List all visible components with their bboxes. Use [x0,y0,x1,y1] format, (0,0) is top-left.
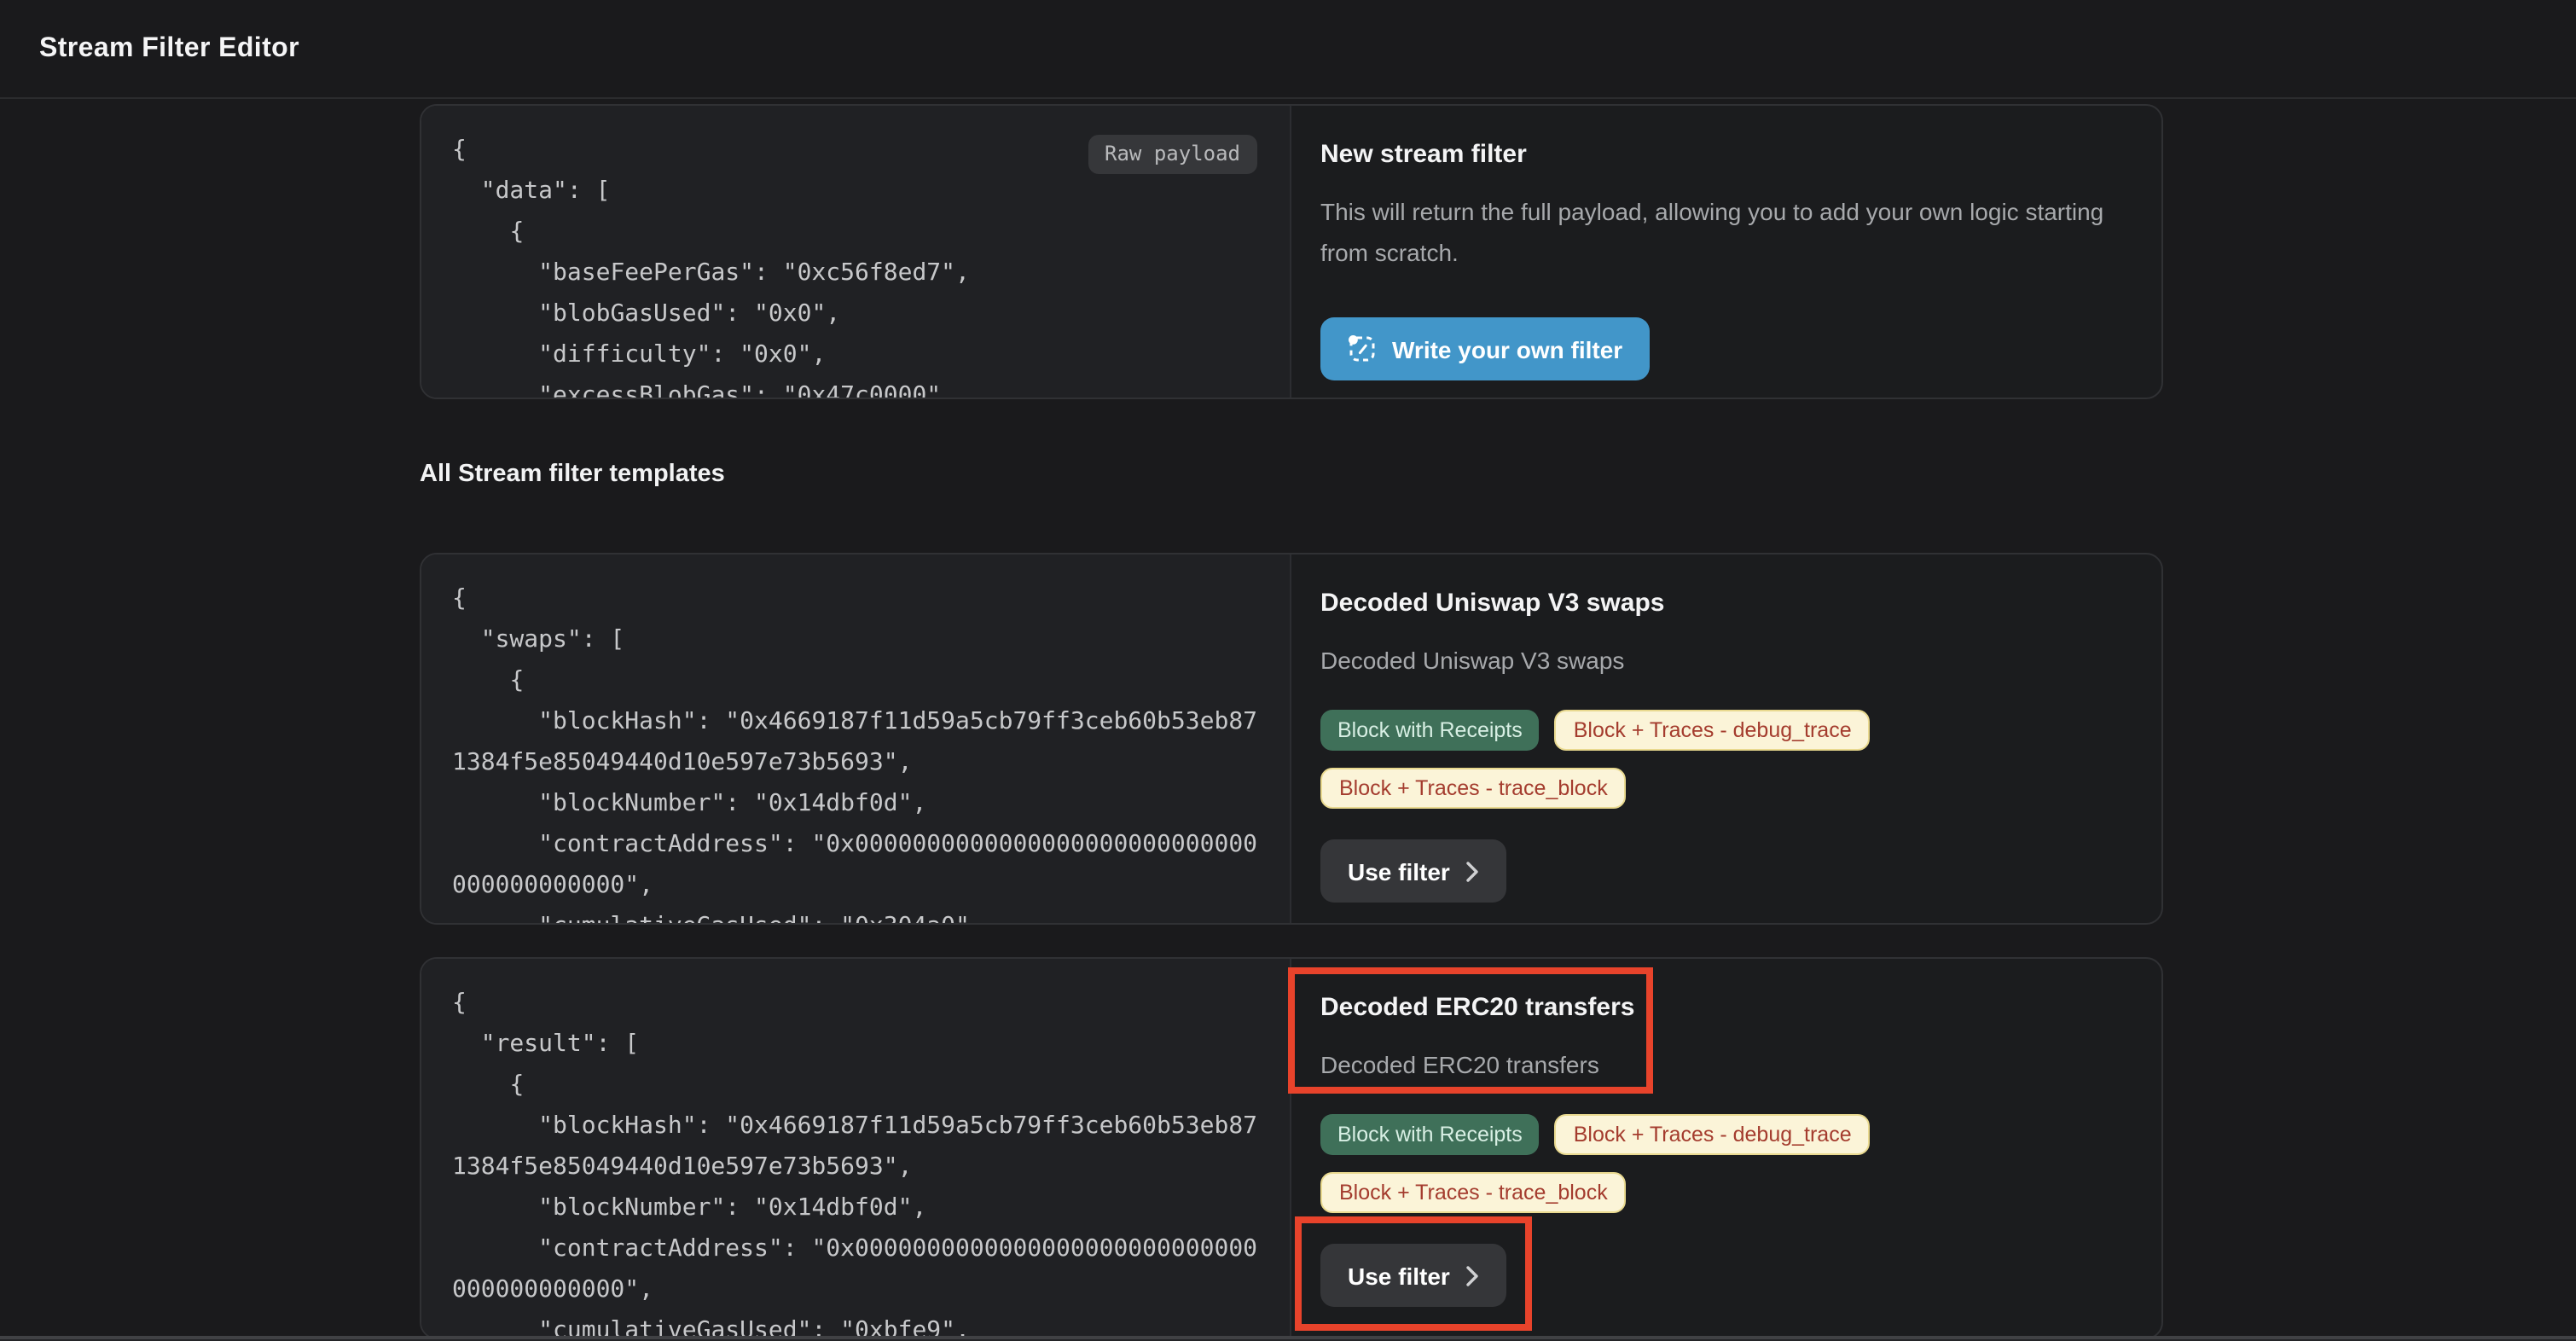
chevron-right-icon [1465,1265,1479,1286]
use-filter-button[interactable]: Use filter [1320,839,1506,903]
write-your-own-filter-button[interactable]: Write your own filter [1320,317,1650,380]
modal-header: Stream Filter Editor [0,0,2576,99]
code-preview-panel: { "data": [ { "baseFeePerGas": "0xc56f8e… [421,106,1291,398]
card-description: Decoded Uniswap V3 swaps [1320,640,2127,681]
tag-block-traces-debug-trace: Block + Traces - debug_trace [1555,1114,1871,1155]
card-description: This will return the full payload, allow… [1320,191,2127,273]
tag-block-traces-trace-block: Block + Traces - trace_block [1320,1172,1627,1213]
code-snippet: { "swaps": [ { "blockHash": "0x4669187f1… [421,554,1257,923]
card-title: Decoded Uniswap V3 swaps [1320,585,2127,623]
template-card-raw-payload: { "data": [ { "baseFeePerGas": "0xc56f8e… [420,104,2163,399]
template-card-erc20-transfers: { "result": [ { "blockHash": "0x4669187f… [420,957,2163,1339]
button-label: Use filter [1348,1262,1450,1289]
dataset-tag-list: Block with Receipts Block + Traces - deb… [1320,710,2054,809]
code-preview-panel: { "swaps": [ { "blockHash": "0x4669187f1… [421,554,1291,923]
card-info-panel: Decoded Uniswap V3 swaps Decoded Uniswap… [1291,554,2161,923]
stream-filter-editor-modal: Stream Filter Editor { "data": [ { "base… [0,0,2576,1341]
raw-payload-badge: Raw payload [1088,135,1257,174]
card-description: Decoded ERC20 transfers [1320,1044,2127,1085]
code-preview-panel: { "result": [ { "blockHash": "0x4669187f… [421,959,1291,1338]
card-info-panel: New stream filter This will return the f… [1291,106,2161,398]
card-title: Decoded ERC20 transfers [1320,990,2127,1027]
use-filter-button[interactable]: Use filter [1320,1244,1506,1307]
section-heading: All Stream filter templates [420,461,725,488]
button-label: Write your own filter [1392,335,1622,363]
card-info-panel: Decoded ERC20 transfers Decoded ERC20 tr… [1291,959,2161,1338]
card-title: New stream filter [1320,136,2127,174]
tag-block-traces-debug-trace: Block + Traces - debug_trace [1555,710,1871,751]
button-label: Use filter [1348,857,1450,885]
chevron-right-icon [1465,861,1479,881]
dataset-tag-list: Block with Receipts Block + Traces - deb… [1320,1114,2054,1213]
code-snippet: { "result": [ { "blockHash": "0x4669187f… [421,959,1257,1338]
tag-block-traces-trace-block: Block + Traces - trace_block [1320,768,1627,809]
template-card-uniswap-v3-swaps: { "swaps": [ { "blockHash": "0x4669187f1… [420,553,2163,925]
draw-filter-icon [1348,334,1377,363]
tag-block-with-receipts: Block with Receipts [1320,710,1540,751]
tag-block-with-receipts: Block with Receipts [1320,1114,1540,1155]
viewport-cutoff-edge [0,1336,2576,1341]
modal-title: Stream Filter Editor [39,33,299,64]
